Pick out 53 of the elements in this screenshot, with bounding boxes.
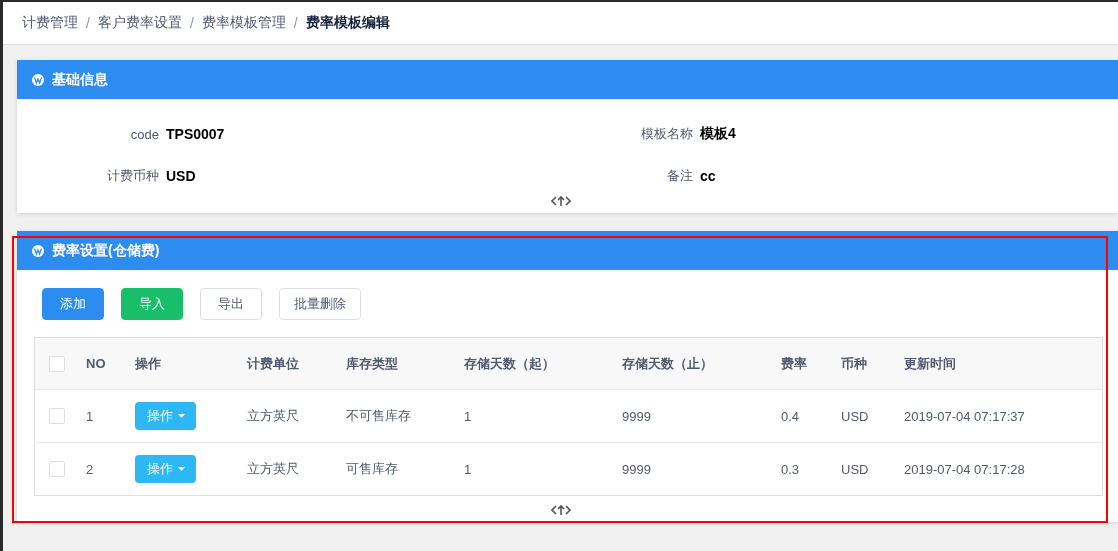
row-checkbox[interactable] <box>49 461 65 477</box>
column-header: 存储天数（止） <box>622 354 714 373</box>
field-value: TPS0007 <box>166 126 225 142</box>
field-label: 模板名称 <box>640 125 693 143</box>
caret-icon <box>177 414 185 418</box>
table-cell-text: 9999 <box>622 408 652 424</box>
breadcrumb-item[interactable]: 客户费率设置 <box>97 14 182 32</box>
breadcrumb-separator: / <box>86 15 90 31</box>
circle-logo-icon <box>32 244 44 257</box>
table-cell-text: USD <box>841 461 870 477</box>
caret-icon <box>177 467 185 471</box>
table-cell-text: 0.4 <box>781 408 801 424</box>
table-cell-text: 2019-07-04 07:17:28 <box>904 461 1026 477</box>
column-header: 操作 <box>135 354 162 373</box>
field-label: 备注 <box>666 167 693 185</box>
table-cell-text: 可售库存 <box>346 460 399 478</box>
column-header: NO <box>86 356 107 371</box>
outline-button[interactable]: 导出 <box>200 288 262 320</box>
collapse-icon[interactable] <box>550 504 571 516</box>
select-all-checkbox[interactable] <box>49 355 65 372</box>
column-header: 币种 <box>841 354 868 373</box>
table-cell-text: 1 <box>464 461 473 477</box>
circle-logo-icon <box>32 73 44 86</box>
table-cell-text: 9999 <box>622 461 652 477</box>
table-cell-text: 2 <box>86 461 95 477</box>
table-cell-text: 立方英尺 <box>247 407 300 425</box>
table-cell-text: USD <box>841 408 870 424</box>
panel-title: 基础信息 <box>52 70 108 89</box>
breadcrumb-item[interactable]: 计费管理 <box>22 14 78 32</box>
column-header: 库存类型 <box>346 354 399 373</box>
breadcrumb-separator: / <box>293 15 298 31</box>
breadcrumb-separator: / <box>189 15 194 31</box>
field-label: 计费币种 <box>106 167 159 185</box>
column-header: 计费单位 <box>247 354 300 373</box>
table-cell-text: 立方英尺 <box>247 460 300 478</box>
field-value: cc <box>700 168 716 184</box>
field-label: code <box>129 126 159 142</box>
field-value: USD <box>166 168 196 184</box>
table-cell-text: 1 <box>464 408 473 424</box>
column-header: 费率 <box>781 354 808 373</box>
table-cell-text: 1 <box>86 408 95 424</box>
row-checkbox[interactable] <box>49 408 65 424</box>
table-cell-text: 0.3 <box>781 461 801 477</box>
breadcrumb-item[interactable]: 费率模板管理 <box>201 14 286 32</box>
outline-button[interactable]: 批量删除 <box>279 288 361 320</box>
column-header: 更新时间 <box>904 354 957 373</box>
field-value: 模板4 <box>700 125 736 143</box>
table-cell-text: 不可售库存 <box>346 407 412 425</box>
table-cell-text: 2019-07-04 07:17:37 <box>904 408 1026 424</box>
collapse-icon[interactable] <box>550 195 571 207</box>
breadcrumb-item: 费率模板编辑 <box>305 14 390 32</box>
column-header: 存储天数（起） <box>464 354 556 373</box>
panel-title: 费率设置(仓储费) <box>52 241 160 260</box>
